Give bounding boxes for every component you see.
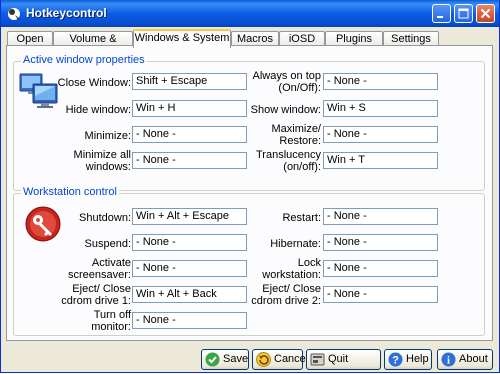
lock-workstation-hotkey[interactable]: - None -: [323, 260, 438, 277]
tab-label: Open: [16, 33, 44, 45]
tab-settings[interactable]: Settings: [383, 31, 439, 46]
close-button[interactable]: [476, 4, 495, 23]
suspend-hotkey[interactable]: - None -: [132, 234, 247, 251]
about-icon: i: [441, 352, 456, 367]
tab-label: Settings: [391, 33, 431, 45]
cancel-label: Cancel: [274, 353, 309, 365]
maximize-restore-label: Maximize/ Restore:: [271, 123, 321, 147]
help-button[interactable]: ? Help: [384, 349, 432, 370]
turn-off-monitor-label: Turn off monitor:: [91, 309, 131, 333]
tab-label: Windows & System: [134, 32, 230, 44]
check-icon: [205, 352, 220, 367]
maximize-button[interactable]: [454, 4, 473, 23]
group-title: Active window properties: [21, 54, 147, 66]
minimize-icon: [437, 16, 443, 18]
show-window-hotkey[interactable]: Win + S: [323, 100, 438, 117]
always-on-top-hotkey[interactable]: - None -: [323, 73, 438, 90]
help-label: Help: [406, 353, 429, 365]
turn-off-monitor-hotkey[interactable]: - None -: [132, 312, 247, 329]
workstation-group: Workstation control Shutdown: Win + Alt …: [13, 186, 485, 336]
hide-window-hotkey[interactable]: Win + H: [132, 100, 247, 117]
svg-text:i: i: [447, 355, 450, 367]
minimize-hotkey[interactable]: - None -: [132, 126, 247, 143]
tab-label: Macros: [236, 33, 274, 45]
hibernate-label: Hibernate:: [270, 238, 321, 250]
eject-cdrom-2-label: Eject/ Close cdrom drive 2:: [251, 283, 321, 307]
tab-label: Plugins: [335, 33, 373, 45]
eject-cdrom-2-hotkey[interactable]: - None -: [323, 286, 438, 303]
quit-icon: [310, 353, 325, 366]
close-window-hotkey[interactable]: Shift + Escape: [132, 73, 247, 90]
maximize-restore-hotkey[interactable]: - None -: [323, 126, 438, 143]
save-button[interactable]: Save: [201, 349, 249, 370]
svg-text:?: ?: [392, 355, 399, 367]
restart-label: Restart:: [282, 212, 321, 224]
group-title: Workstation control: [21, 186, 119, 198]
tab-windows-system[interactable]: Windows & System: [133, 29, 231, 48]
cancel-button[interactable]: Cancel: [252, 349, 308, 370]
hide-window-label: Hide window:: [65, 104, 131, 116]
close-window-label: Close Window:: [57, 77, 131, 89]
eject-cdrom-1-hotkey[interactable]: Win + Alt + Back: [132, 286, 247, 303]
title-bar[interactable]: Hotkeycontrol: [1, 0, 499, 27]
eject-cdrom-1-label: Eject/ Close cdrom drive 1:: [61, 283, 131, 307]
screensaver-label: Activate screensaver:: [68, 257, 131, 281]
app-window: Hotkeycontrol Open Volume & Media Window…: [0, 0, 500, 373]
restart-hotkey[interactable]: - None -: [323, 208, 438, 225]
about-label: About: [459, 353, 488, 365]
tab-macros[interactable]: Macros: [231, 31, 279, 46]
shutdown-hotkey[interactable]: Win + Alt + Escape: [132, 208, 247, 225]
minimize-all-hotkey[interactable]: - None -: [132, 152, 247, 169]
about-button[interactable]: i About: [437, 349, 493, 370]
translucency-hotkey[interactable]: Win + T: [323, 152, 438, 169]
tab-open[interactable]: Open: [7, 31, 53, 46]
app-icon: [8, 8, 20, 20]
tab-iosd[interactable]: iOSD: [279, 31, 325, 46]
quit-program-button[interactable]: Quit program: [306, 349, 381, 370]
help-icon: ?: [388, 352, 403, 367]
screensaver-hotkey[interactable]: - None -: [132, 260, 247, 277]
tab-plugins[interactable]: Plugins: [325, 31, 383, 46]
undo-icon: [256, 352, 271, 367]
translucency-label: Translucency (on/off):: [255, 149, 321, 173]
close-icon: [480, 8, 491, 19]
shutdown-label: Shutdown:: [79, 212, 131, 224]
lock-workstation-label: Lock workstation:: [262, 257, 321, 281]
maximize-icon: [458, 8, 469, 19]
minimize-label: Minimize:: [84, 130, 131, 142]
minimize-all-label: Minimize all windows:: [73, 149, 131, 173]
hibernate-hotkey[interactable]: - None -: [323, 234, 438, 251]
always-on-top-label: Always on top (On/Off):: [252, 70, 321, 94]
save-label: Save: [223, 353, 249, 365]
tab-volume-media[interactable]: Volume & Media: [53, 31, 133, 60]
monitors-icon: [19, 73, 58, 108]
active-window-group: Active window properties Close Window: S…: [13, 54, 485, 191]
show-window-label: Show window:: [250, 104, 321, 116]
tab-panel-windows-system: Active window properties Close Window: S…: [6, 45, 493, 341]
window-title: Hotkeycontrol: [26, 6, 107, 20]
quit-program-label: Quit program: [328, 353, 349, 365]
tab-label: iOSD: [288, 33, 316, 45]
suspend-label: Suspend:: [84, 238, 131, 250]
minimize-button[interactable]: [432, 4, 451, 23]
